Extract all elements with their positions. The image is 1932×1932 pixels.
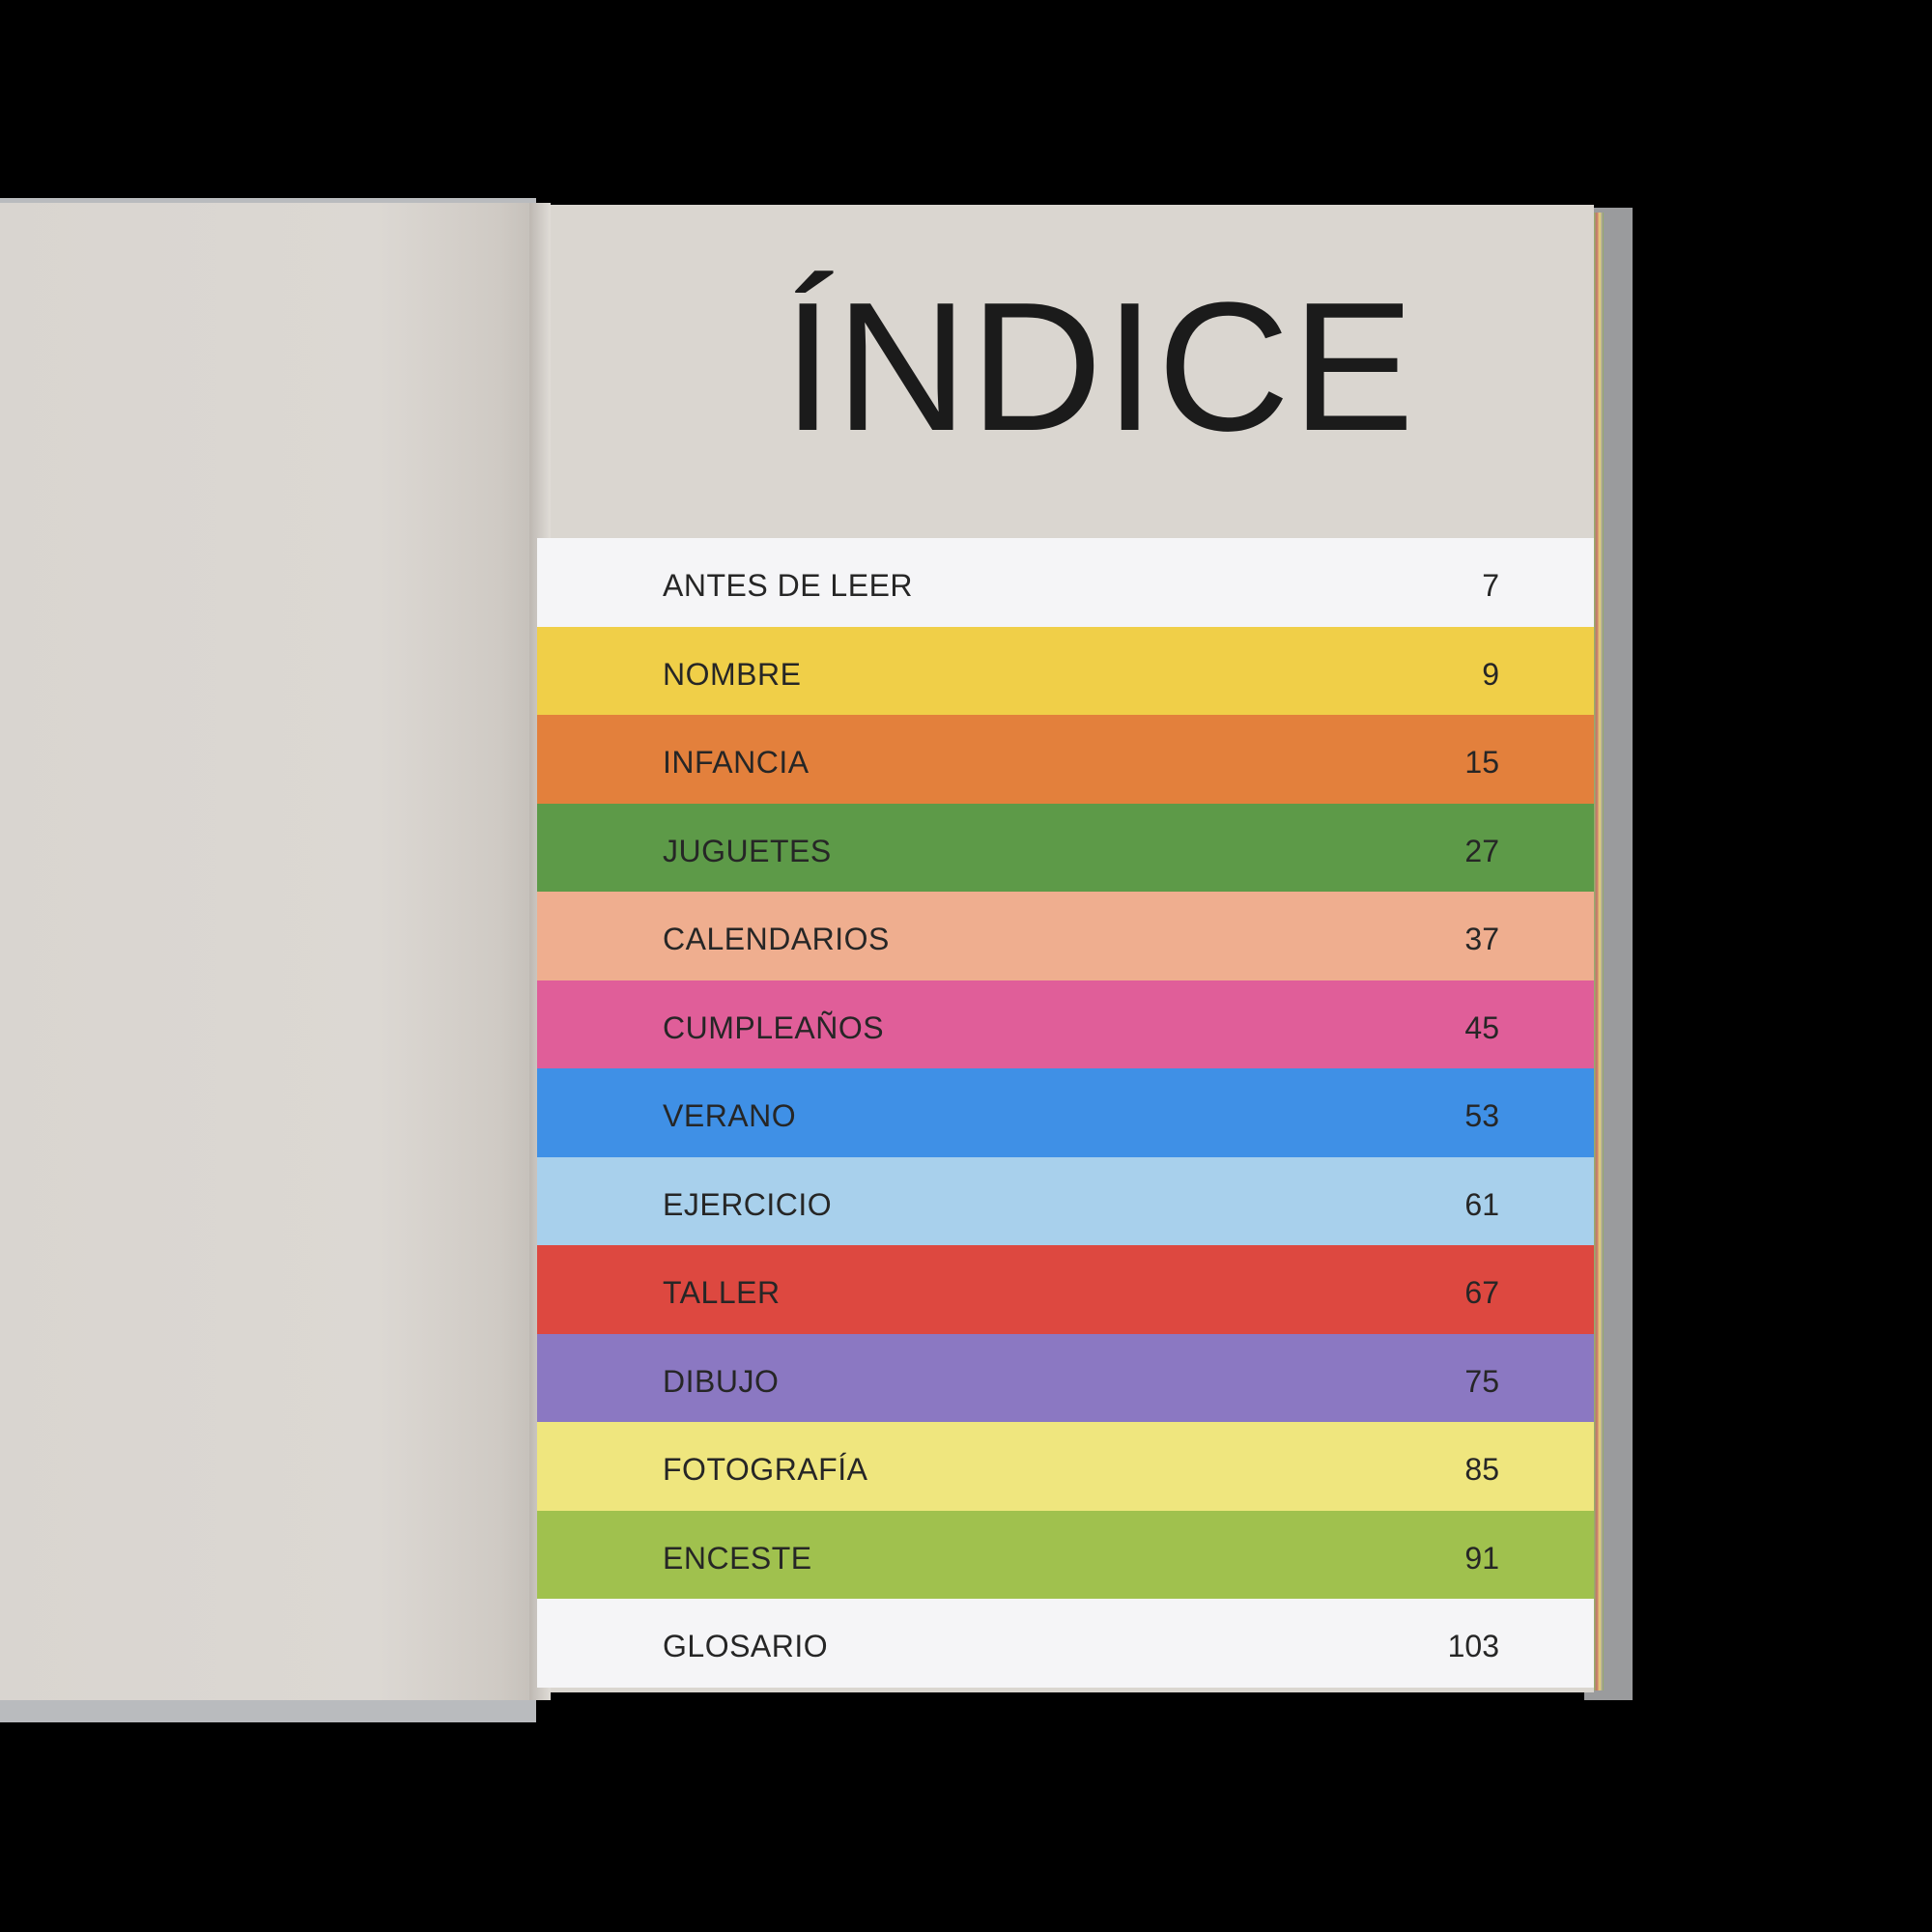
toc-entry-page: 75 (1464, 1363, 1499, 1399)
toc-entry-label: FOTOGRAFÍA (663, 1452, 868, 1488)
toc-entry: CUMPLEAÑOS 45 (537, 980, 1594, 1068)
table-of-contents: ANTES DE LEER 7 NOMBRE 9 INFANCIA 15 JUG… (537, 538, 1594, 1688)
toc-entry-label: DIBUJO (663, 1363, 780, 1399)
toc-entry-label: NOMBRE (663, 656, 802, 692)
toc-entry-label: EJERCICIO (663, 1186, 833, 1222)
toc-entry-label: ANTES DE LEER (663, 568, 914, 604)
toc-entry: INFANCIA 15 (537, 715, 1594, 804)
toc-entry-page: 91 (1464, 1540, 1499, 1576)
page-title: ÍNDICE (782, 265, 1416, 469)
toc-entry: TALLER 67 (537, 1245, 1594, 1334)
toc-entry-page: 53 (1464, 1098, 1499, 1134)
toc-entry-label: ENCESTE (663, 1540, 812, 1576)
toc-entry-page: 67 (1464, 1275, 1499, 1311)
toc-entry-page: 61 (1464, 1186, 1499, 1222)
toc-entry: DIBUJO 75 (537, 1333, 1594, 1422)
toc-entry: FOTOGRAFÍA 85 (537, 1422, 1594, 1511)
toc-entry-label: TALLER (663, 1275, 781, 1311)
toc-entry-page: 37 (1464, 922, 1499, 957)
toc-entry: ANTES DE LEER 7 (537, 538, 1594, 627)
toc-entry: VERANO 53 (537, 1068, 1594, 1157)
toc-entry-label: INFANCIA (663, 745, 810, 781)
blank-left-page (0, 203, 537, 1700)
toc-entry: GLOSARIO 103 (537, 1599, 1594, 1688)
toc-entry-page: 85 (1464, 1452, 1499, 1488)
toc-entry-page: 103 (1447, 1629, 1499, 1664)
toc-entry: CALENDARIOS 37 (537, 892, 1594, 980)
toc-entry: NOMBRE 9 (537, 626, 1594, 715)
toc-entry: JUGUETES 27 (537, 803, 1594, 892)
toc-entry-page: 9 (1482, 656, 1499, 692)
toc-entry-page: 45 (1464, 1009, 1499, 1045)
open-book-photo: ÍNDICE ANTES DE LEER 7 NOMBRE 9 INFANCIA… (0, 0, 1932, 1932)
toc-entry-label: JUGUETES (663, 833, 832, 868)
toc-entry-page: 15 (1464, 745, 1499, 781)
toc-entry: ENCESTE 91 (537, 1510, 1594, 1599)
toc-entry-page: 7 (1482, 568, 1499, 604)
toc-entry-label: CALENDARIOS (663, 922, 890, 957)
page-edges (1594, 213, 1604, 1690)
toc-entry: EJERCICIO 61 (537, 1156, 1594, 1245)
toc-entry-page: 27 (1464, 833, 1499, 868)
toc-entry-label: CUMPLEAÑOS (663, 1009, 885, 1045)
toc-entry-label: GLOSARIO (663, 1629, 829, 1664)
toc-entry-label: VERANO (663, 1098, 797, 1134)
